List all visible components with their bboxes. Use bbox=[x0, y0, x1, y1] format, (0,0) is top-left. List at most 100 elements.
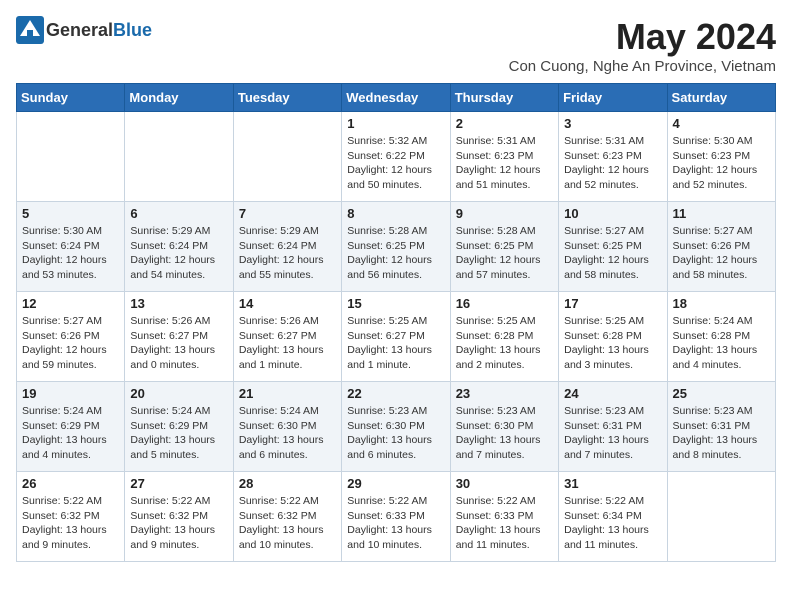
logo-general: General bbox=[46, 20, 113, 40]
day-info: Sunrise: 5:30 AM Sunset: 6:23 PM Dayligh… bbox=[673, 134, 770, 193]
logo-blue: Blue bbox=[113, 20, 152, 40]
day-number: 11 bbox=[673, 206, 770, 221]
day-number: 31 bbox=[564, 476, 661, 491]
day-number: 28 bbox=[239, 476, 336, 491]
calendar-cell: 26 Sunrise: 5:22 AM Sunset: 6:32 PM Dayli… bbox=[17, 472, 125, 562]
day-number: 6 bbox=[130, 206, 227, 221]
page-header: GeneralBlue May 2024 Con Cuong, Nghe An … bbox=[16, 16, 776, 75]
day-number: 5 bbox=[22, 206, 119, 221]
day-info: Sunrise: 5:28 AM Sunset: 6:25 PM Dayligh… bbox=[347, 224, 444, 283]
calendar-cell: 18Sunrise: 5:24 AM Sunset: 6:28 PM Dayli… bbox=[667, 292, 775, 382]
calendar-cell: 30 Sunrise: 5:22 AM Sunset: 6:33 PM Dayli… bbox=[450, 472, 558, 562]
day-info: Sunrise: 5:31 AM Sunset: 6:23 PM Dayligh… bbox=[564, 134, 661, 193]
calendar-week-row: 26 Sunrise: 5:22 AM Sunset: 6:32 PM Dayli… bbox=[17, 472, 776, 562]
calendar-cell: 20 Sunrise: 5:24 AM Sunset: 6:29 PM Dayli… bbox=[125, 382, 233, 472]
day-info: Sunrise: 5:29 AM Sunset: 6:24 PM Dayligh… bbox=[239, 224, 336, 283]
calendar-cell: 9 Sunrise: 5:28 AM Sunset: 6:25 PM Daylig… bbox=[450, 202, 558, 292]
calendar-cell: 1 Sunrise: 5:32 AM Sunset: 6:22 PM Daylig… bbox=[342, 112, 450, 202]
day-number: 25 bbox=[673, 386, 770, 401]
day-number: 15 bbox=[347, 296, 444, 311]
calendar-cell: 5 Sunrise: 5:30 AM Sunset: 6:24 PM Daylig… bbox=[17, 202, 125, 292]
day-number: 20 bbox=[130, 386, 227, 401]
day-number: 29 bbox=[347, 476, 444, 491]
day-info: Sunrise: 5:23 AM Sunset: 6:31 PM Dayligh… bbox=[673, 404, 770, 463]
day-info: Sunrise: 5:22 AM Sunset: 6:33 PM Dayligh… bbox=[456, 494, 553, 553]
calendar-header-row: SundayMondayTuesdayWednesdayThursdayFrid… bbox=[17, 84, 776, 112]
day-number: 22 bbox=[347, 386, 444, 401]
day-number: 30 bbox=[456, 476, 553, 491]
day-info: Sunrise: 5:31 AM Sunset: 6:23 PM Dayligh… bbox=[456, 134, 553, 193]
calendar-cell bbox=[233, 112, 341, 202]
day-info: Sunrise: 5:24 AM Sunset: 6:30 PM Dayligh… bbox=[239, 404, 336, 463]
calendar-cell: 23 Sunrise: 5:23 AM Sunset: 6:30 PM Dayli… bbox=[450, 382, 558, 472]
calendar-cell: 25 Sunrise: 5:23 AM Sunset: 6:31 PM Dayli… bbox=[667, 382, 775, 472]
day-number: 2 bbox=[456, 116, 553, 131]
day-number: 26 bbox=[22, 476, 119, 491]
calendar-cell: 16 Sunrise: 5:25 AM Sunset: 6:28 PM Dayli… bbox=[450, 292, 558, 382]
calendar-cell: 15 Sunrise: 5:25 AM Sunset: 6:27 PM Dayli… bbox=[342, 292, 450, 382]
day-number: 8 bbox=[347, 206, 444, 221]
calendar-cell: 21 Sunrise: 5:24 AM Sunset: 6:30 PM Dayli… bbox=[233, 382, 341, 472]
calendar-cell: 19Sunrise: 5:24 AM Sunset: 6:29 PM Dayli… bbox=[17, 382, 125, 472]
day-info: Sunrise: 5:23 AM Sunset: 6:30 PM Dayligh… bbox=[347, 404, 444, 463]
title-area: May 2024 Con Cuong, Nghe An Province, Vi… bbox=[509, 16, 776, 75]
day-info: Sunrise: 5:25 AM Sunset: 6:28 PM Dayligh… bbox=[564, 314, 661, 373]
calendar-header-tuesday: Tuesday bbox=[233, 84, 341, 112]
calendar-cell: 12Sunrise: 5:27 AM Sunset: 6:26 PM Dayli… bbox=[17, 292, 125, 382]
calendar-cell: 11 Sunrise: 5:27 AM Sunset: 6:26 PM Dayli… bbox=[667, 202, 775, 292]
day-number: 1 bbox=[347, 116, 444, 131]
calendar-cell: 31 Sunrise: 5:22 AM Sunset: 6:34 PM Dayli… bbox=[559, 472, 667, 562]
calendar-cell: 27Sunrise: 5:22 AM Sunset: 6:32 PM Dayli… bbox=[125, 472, 233, 562]
month-title: May 2024 bbox=[509, 16, 776, 58]
day-info: Sunrise: 5:22 AM Sunset: 6:34 PM Dayligh… bbox=[564, 494, 661, 553]
day-info: Sunrise: 5:26 AM Sunset: 6:27 PM Dayligh… bbox=[130, 314, 227, 373]
day-number: 24 bbox=[564, 386, 661, 401]
calendar-header-saturday: Saturday bbox=[667, 84, 775, 112]
day-info: Sunrise: 5:30 AM Sunset: 6:24 PM Dayligh… bbox=[22, 224, 119, 283]
day-info: Sunrise: 5:22 AM Sunset: 6:33 PM Dayligh… bbox=[347, 494, 444, 553]
location-title: Con Cuong, Nghe An Province, Vietnam bbox=[509, 58, 776, 75]
day-number: 7 bbox=[239, 206, 336, 221]
day-info: Sunrise: 5:22 AM Sunset: 6:32 PM Dayligh… bbox=[22, 494, 119, 553]
calendar-cell: 7 Sunrise: 5:29 AM Sunset: 6:24 PM Daylig… bbox=[233, 202, 341, 292]
day-number: 21 bbox=[239, 386, 336, 401]
day-info: Sunrise: 5:23 AM Sunset: 6:31 PM Dayligh… bbox=[564, 404, 661, 463]
calendar-week-row: 12Sunrise: 5:27 AM Sunset: 6:26 PM Dayli… bbox=[17, 292, 776, 382]
day-number: 3 bbox=[564, 116, 661, 131]
day-number: 9 bbox=[456, 206, 553, 221]
calendar-cell bbox=[17, 112, 125, 202]
calendar-header-monday: Monday bbox=[125, 84, 233, 112]
day-info: Sunrise: 5:27 AM Sunset: 6:26 PM Dayligh… bbox=[673, 224, 770, 283]
calendar-cell: 22 Sunrise: 5:23 AM Sunset: 6:30 PM Dayli… bbox=[342, 382, 450, 472]
calendar-cell: 4Sunrise: 5:30 AM Sunset: 6:23 PM Daylig… bbox=[667, 112, 775, 202]
day-info: Sunrise: 5:27 AM Sunset: 6:25 PM Dayligh… bbox=[564, 224, 661, 283]
calendar-cell: 3 Sunrise: 5:31 AM Sunset: 6:23 PM Daylig… bbox=[559, 112, 667, 202]
day-info: Sunrise: 5:22 AM Sunset: 6:32 PM Dayligh… bbox=[239, 494, 336, 553]
day-number: 14 bbox=[239, 296, 336, 311]
calendar-cell: 6 Sunrise: 5:29 AM Sunset: 6:24 PM Daylig… bbox=[125, 202, 233, 292]
day-info: Sunrise: 5:29 AM Sunset: 6:24 PM Dayligh… bbox=[130, 224, 227, 283]
day-info: Sunrise: 5:26 AM Sunset: 6:27 PM Dayligh… bbox=[239, 314, 336, 373]
day-info: Sunrise: 5:28 AM Sunset: 6:25 PM Dayligh… bbox=[456, 224, 553, 283]
calendar-table: SundayMondayTuesdayWednesdayThursdayFrid… bbox=[16, 83, 776, 562]
calendar-cell bbox=[125, 112, 233, 202]
calendar-week-row: 19 Sunrise: 5:24 AM Sunset: 6:29 PM Dayli… bbox=[17, 382, 776, 472]
calendar-cell: 8 Sunrise: 5:28 AM Sunset: 6:25 PM Daylig… bbox=[342, 202, 450, 292]
logo-icon bbox=[16, 16, 44, 44]
day-number: 19 bbox=[22, 386, 119, 401]
day-info: Sunrise: 5:25 AM Sunset: 6:28 PM Dayligh… bbox=[456, 314, 553, 373]
logo: GeneralBlue bbox=[16, 16, 152, 44]
day-info: Sunrise: 5:23 AM Sunset: 6:30 PM Dayligh… bbox=[456, 404, 553, 463]
calendar-cell: 28 Sunrise: 5:22 AM Sunset: 6:32 PM Dayli… bbox=[233, 472, 341, 562]
day-info: Sunrise: 5:24 AM Sunset: 6:29 PM Dayligh… bbox=[130, 404, 227, 463]
calendar-cell: 29 Sunrise: 5:22 AM Sunset: 6:33 PM Dayli… bbox=[342, 472, 450, 562]
calendar-week-row: 5 Sunrise: 5:30 AM Sunset: 6:24 PM Daylig… bbox=[17, 202, 776, 292]
calendar-header-friday: Friday bbox=[559, 84, 667, 112]
calendar-header-thursday: Thursday bbox=[450, 84, 558, 112]
day-info: Sunrise: 5:25 AM Sunset: 6:27 PM Dayligh… bbox=[347, 314, 444, 373]
day-number: 27 bbox=[130, 476, 227, 491]
day-number: 12 bbox=[22, 296, 119, 311]
day-info: Sunrise: 5:32 AM Sunset: 6:22 PM Dayligh… bbox=[347, 134, 444, 193]
day-number: 23 bbox=[456, 386, 553, 401]
day-number: 16 bbox=[456, 296, 553, 311]
